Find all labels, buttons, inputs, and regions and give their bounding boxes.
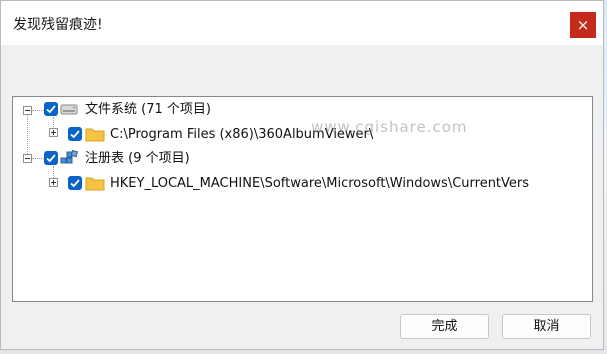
drive-icon (60, 104, 78, 115)
close-button[interactable]: × (570, 12, 596, 38)
expand-toggle[interactable] (49, 128, 58, 137)
checkbox-program-folder[interactable] (68, 127, 82, 141)
leftover-traces-dialog: 发现残留痕迹! × 文件系统 (71 个项目) C:\Program Files… (0, 0, 604, 350)
tree-node-label: 文件系统 (71 个项目) (85, 102, 211, 117)
finish-button[interactable]: 完成 (400, 314, 489, 339)
folder-icon (85, 128, 105, 142)
collapse-toggle[interactable] (23, 106, 32, 115)
tree-connector (32, 110, 44, 111)
expand-toggle[interactable] (49, 178, 58, 187)
checkbox-file-system[interactable] (44, 102, 58, 116)
tree-node-label: HKEY_LOCAL_MACHINE\Software\Microsoft\Wi… (110, 176, 530, 191)
registry-icon (60, 150, 78, 164)
close-icon: × (576, 16, 590, 34)
tree-connector (27, 111, 28, 158)
checkbox-registry[interactable] (44, 151, 58, 165)
folder-icon (85, 177, 105, 191)
tree-connector (32, 158, 44, 159)
dialog-title: 发现残留痕迹! (13, 17, 103, 33)
cancel-button[interactable]: 取消 (502, 314, 591, 339)
collapse-toggle[interactable] (23, 154, 32, 163)
title-bar: 发现残留痕迹! × (1, 1, 603, 45)
traces-tree-view[interactable]: 文件系统 (71 个项目) C:\Program Files (x86)\360… (12, 96, 593, 302)
checkbox-registry-key[interactable] (68, 176, 82, 190)
watermark-text: www.cgishare.com (311, 118, 468, 136)
tree-node-label: 注册表 (9 个项目) (85, 151, 190, 166)
